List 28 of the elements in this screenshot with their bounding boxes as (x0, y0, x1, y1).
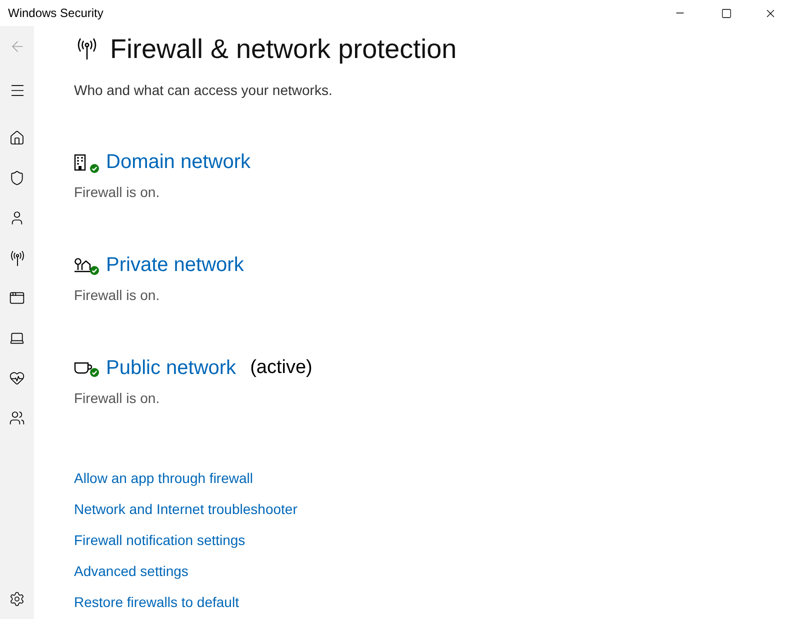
network-status: Firewall is on. (74, 183, 161, 202)
settings-link[interactable]: Restore firewalls to default (74, 592, 239, 612)
person-icon (9, 210, 25, 226)
network-link[interactable]: Domain network (106, 148, 251, 176)
heart-pulse-icon (9, 370, 25, 386)
network-status: Firewall is on. (74, 389, 161, 408)
browser-window-icon (9, 290, 25, 306)
settings-link[interactable]: Allow an app through firewall (74, 468, 253, 488)
settings-icon (9, 591, 25, 607)
maximize-icon (720, 8, 732, 18)
settings-link[interactable]: Network and Internet troubleshooter (74, 499, 298, 519)
tree-and-house-icon (74, 257, 92, 273)
window-title: Windows Security (7, 5, 104, 22)
antenna-icon (8, 250, 26, 266)
building-icon (74, 154, 88, 170)
settings-link[interactable]: Firewall notification settings (74, 530, 246, 550)
home-icon (9, 130, 25, 146)
cup-icon (74, 361, 92, 375)
people-icon (9, 410, 25, 426)
network-status: Firewall is on. (74, 286, 161, 305)
page-subtitle: Who and what can access your networks. (74, 81, 332, 100)
network-link[interactable]: Private network (106, 251, 244, 279)
active-tag: (active) (250, 354, 312, 382)
page-title: Firewall & network protection (110, 33, 457, 66)
laptop-icon (9, 330, 25, 346)
network-link[interactable]: Public network (106, 354, 236, 382)
shield-icon (9, 170, 25, 186)
settings-link[interactable]: Advanced settings (74, 561, 188, 581)
